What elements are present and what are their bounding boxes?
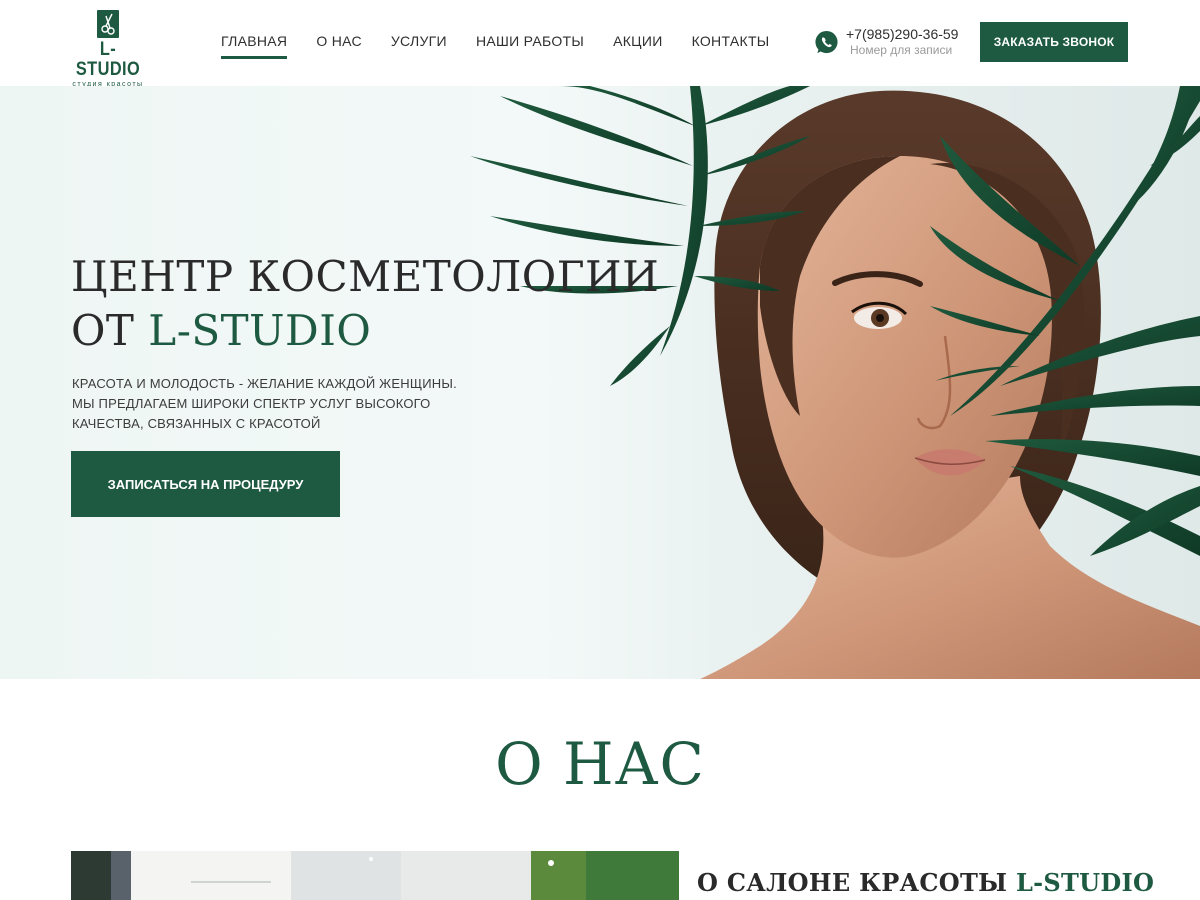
about-subtitle-accent: L-STUDIO (1015, 868, 1155, 897)
nav-item-works[interactable]: НАШИ РАБОТЫ (476, 33, 584, 59)
about-subtitle-prefix: О САЛОНЕ КРАСОТЫ (697, 868, 1016, 897)
book-procedure-button[interactable]: ЗАПИСАТЬСЯ НА ПРОЦЕДУРУ (71, 451, 340, 517)
nav-item-services[interactable]: УСЛУГИ (391, 33, 447, 59)
phone-note: Номер для записи (850, 43, 953, 57)
nav-item-about[interactable]: О НАС (316, 33, 362, 59)
main-nav: ГЛАВНАЯ О НАС УСЛУГИ НАШИ РАБОТЫ АКЦИИ К… (221, 33, 799, 59)
nav-item-contacts[interactable]: КОНТАКТЫ (692, 33, 770, 59)
logo[interactable]: L-STUDIO студия красоты (70, 10, 146, 88)
order-call-button[interactable]: ЗАКАЗАТЬ ЗВОНОК (980, 22, 1128, 62)
hero-section: ЦЕНТР КОСМЕТОЛОГИИ ОТ L-STUDIO КРАСОТА И… (0, 86, 1200, 679)
nav-item-home[interactable]: ГЛАВНАЯ (221, 33, 288, 59)
site-header: L-STUDIO студия красоты ГЛАВНАЯ О НАС УС… (0, 0, 1200, 88)
hero-text-line: КАЧЕСТВА, СВЯЗАННЫХ С КРАСОТОЙ (72, 416, 321, 431)
logo-scissors-icon (97, 10, 119, 38)
about-title: О НАС (495, 730, 705, 798)
hero-title-accent: L-STUDIO (148, 306, 372, 355)
hero-description: КРАСОТА И МОЛОДОСТЬ - ЖЕЛАНИЕ КАЖДОЙ ЖЕН… (72, 374, 492, 434)
hero-text-line: КРАСОТА И МОЛОДОСТЬ - ЖЕЛАНИЕ КАЖДОЙ ЖЕН… (72, 376, 457, 391)
whatsapp-icon[interactable] (814, 30, 839, 55)
hero-title: ЦЕНТР КОСМЕТОЛОГИИ ОТ L-STUDIO (71, 250, 659, 358)
logo-name: L-STUDIO (75, 39, 141, 80)
salon-interior-image (71, 851, 679, 900)
hero-text-line: МЫ ПРЕДЛАГАЕМ ШИРОКИ СПЕКТР УСЛУГ ВЫСОКО… (72, 396, 431, 411)
hero-title-prefix: ОТ (71, 306, 149, 355)
about-subtitle: О САЛОНЕ КРАСОТЫ L-STUDIO (697, 868, 1154, 897)
nav-item-promotions[interactable]: АКЦИИ (613, 33, 662, 59)
phone-number[interactable]: +7(985)290-36-59 (846, 26, 958, 42)
hero-title-line1: ЦЕНТР КОСМЕТОЛОГИИ (71, 252, 660, 301)
